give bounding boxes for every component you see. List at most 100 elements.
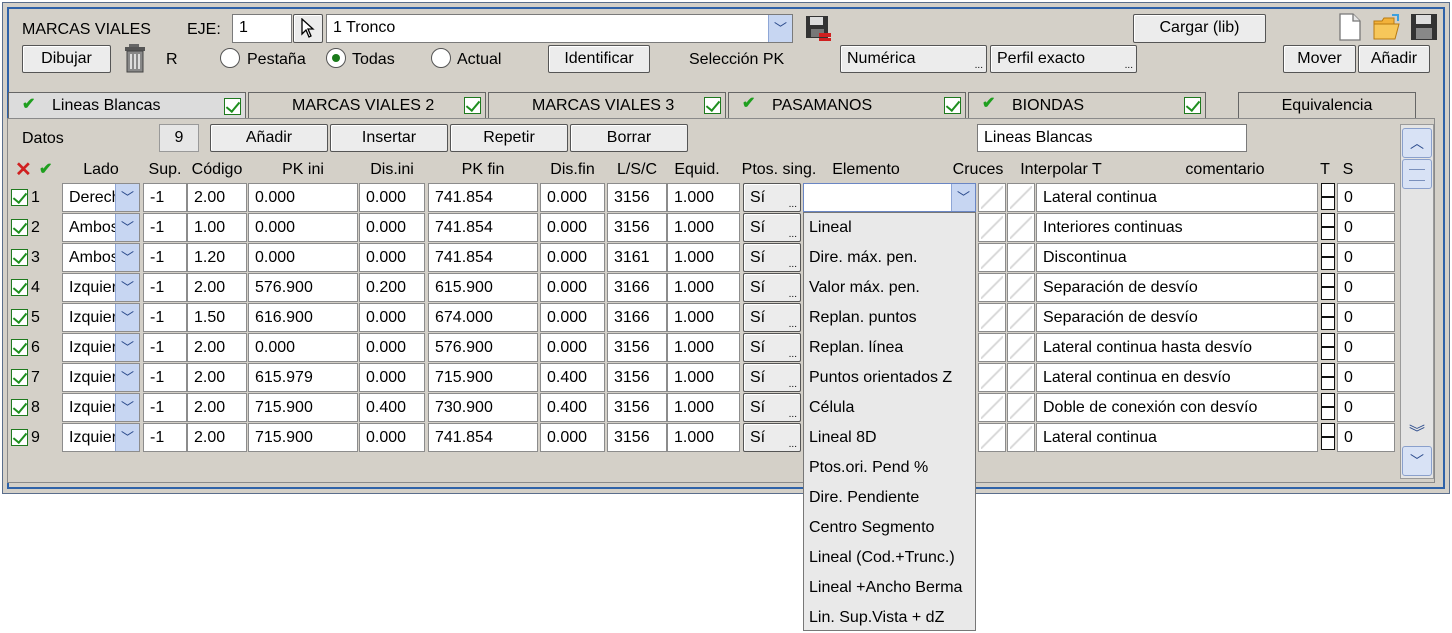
chevron-down-icon[interactable]: ﹀ [115,304,139,331]
t-toggle[interactable] [1321,423,1335,450]
ptos-sing-button[interactable]: Sí... [743,243,801,272]
cruces-cell[interactable] [978,183,1006,212]
tronco-select[interactable]: 1 Tronco ﹀ [326,14,793,43]
trash-icon[interactable] [120,42,150,74]
delete-all-icon[interactable]: ✕ [15,159,32,181]
select-all-icon[interactable]: ✔ [39,161,52,179]
identificar-button[interactable]: Identificar [548,45,650,73]
cell-disfin[interactable]: 0.000 [540,213,605,242]
scroll-down-icon[interactable]: ﹀ [1402,446,1432,476]
ptos-sing-button[interactable]: Sí... [743,423,801,452]
cell-disfin[interactable]: 0.000 [540,243,605,272]
lado-select[interactable]: Izquierda ﹀ [62,333,140,362]
dropdown-option[interactable]: Ptos.ori. Pend % [809,453,928,483]
lado-select[interactable]: Izquierda ﹀ [62,303,140,332]
chevron-down-icon[interactable]: ﹀ [115,184,139,211]
ptos-sing-button[interactable]: Sí... [743,393,801,422]
interpolar-cell[interactable] [1007,333,1035,362]
chevron-down-icon[interactable]: ﹀ [115,364,139,391]
cell-sup[interactable]: -1 [143,243,187,272]
t-toggle[interactable] [1321,393,1335,420]
cell-equid[interactable]: 1.000 [667,243,740,272]
cell-lsc[interactable]: 3166 [607,273,667,302]
dropdown-option[interactable]: Centro Segmento [809,513,934,543]
cell-lsc[interactable]: 3156 [607,363,667,392]
lado-select[interactable]: Izquierda ﹀ [62,393,140,422]
cell-comentario[interactable]: Lateral continua hasta desvío [1036,333,1318,362]
chevron-down-icon[interactable]: ﹀ [115,424,139,451]
dropdown-option[interactable]: Lin. Sup.Vista + dZ [809,603,944,633]
t-toggle[interactable] [1321,363,1335,390]
cell-equid[interactable]: 1.000 [667,393,740,422]
cell-codigo[interactable]: 2.00 [187,423,247,452]
cell-sup[interactable]: -1 [143,363,187,392]
cruces-cell[interactable] [978,393,1006,422]
row-checkbox[interactable] [11,249,28,266]
dropdown-option[interactable]: Replan. puntos [809,303,917,333]
cell-pkini[interactable]: 0.000 [248,243,358,272]
lado-select[interactable]: Ambos ﹀ [62,213,140,242]
cargar-lib-button[interactable]: Cargar (lib) [1133,14,1266,43]
cell-sup[interactable]: -1 [143,423,187,452]
interpolar-cell[interactable] [1007,183,1035,212]
t-toggle[interactable] [1321,243,1335,270]
cell-disini[interactable]: 0.000 [359,243,425,272]
cell-codigo[interactable]: 2.00 [187,393,247,422]
mover-button[interactable]: Mover [1283,45,1356,73]
cell-pkfin[interactable]: 741.854 [428,213,538,242]
cell-equid[interactable]: 1.000 [667,273,740,302]
cruces-cell[interactable] [978,243,1006,272]
cell-s[interactable]: 0 [1337,393,1395,422]
cell-lsc[interactable]: 3156 [607,393,667,422]
cell-disini[interactable]: 0.400 [359,393,425,422]
cell-s[interactable]: 0 [1337,183,1395,212]
cell-disfin[interactable]: 0.000 [540,423,605,452]
cell-sup[interactable]: -1 [143,183,187,212]
cell-disini[interactable]: 0.000 [359,363,425,392]
cruces-cell[interactable] [978,423,1006,452]
row-checkbox[interactable] [11,279,28,296]
cell-lsc[interactable]: 3166 [607,303,667,332]
interpolar-cell[interactable] [1007,363,1035,392]
save-icon[interactable] [1409,12,1439,42]
tab-name-input[interactable]: Lineas Blancas [977,124,1247,152]
interpolar-cell[interactable] [1007,273,1035,302]
cell-lsc[interactable]: 3156 [607,213,667,242]
scroll-page-down-icon[interactable]: ︾ [1402,422,1432,446]
cell-equid[interactable]: 1.000 [667,363,740,392]
open-folder-icon[interactable] [1372,12,1402,42]
row-checkbox[interactable] [11,189,28,206]
anadir-row-button[interactable]: Añadir [210,124,328,152]
cell-comentario[interactable]: Lateral continua en desvío [1036,363,1318,392]
tab-checkbox[interactable] [224,98,241,115]
lado-select[interactable]: Izquierda ﹀ [62,273,140,302]
interpolar-cell[interactable] [1007,303,1035,332]
chevron-down-icon[interactable]: ﹀ [768,15,792,42]
cell-disfin[interactable]: 0.000 [540,273,605,302]
scroll-thumb[interactable] [1402,159,1432,189]
cell-codigo[interactable]: 2.00 [187,333,247,362]
eje-input[interactable]: 1 [232,14,292,43]
ptos-sing-button[interactable]: Sí... [743,213,801,242]
tab-lineas-blancas[interactable]: ✔ Lineas Blancas [8,92,246,120]
ptos-sing-button[interactable]: Sí... [743,363,801,392]
cell-sup[interactable]: -1 [143,273,187,302]
cell-comentario[interactable]: Lateral continua [1036,183,1318,212]
cell-comentario[interactable]: Discontinua [1036,243,1318,272]
cell-comentario[interactable]: Interiores continuas [1036,213,1318,242]
dropdown-option[interactable]: Lineal 8D [809,423,877,453]
chevron-down-icon[interactable]: ﹀ [951,184,975,211]
cruces-cell[interactable] [978,363,1006,392]
cell-pkini[interactable]: 576.900 [248,273,358,302]
cruces-cell[interactable] [978,213,1006,242]
lado-select[interactable]: Izquierda ﹀ [62,423,140,452]
t-toggle[interactable] [1321,303,1335,330]
cell-pkini[interactable]: 715.900 [248,393,358,422]
radio-actual[interactable] [431,48,451,68]
tab-checkbox[interactable] [944,97,961,114]
cell-sup[interactable]: -1 [143,303,187,332]
cell-s[interactable]: 0 [1337,213,1395,242]
tab-biondas[interactable]: ✔ BIONDAS [968,92,1206,118]
chevron-down-icon[interactable]: ﹀ [115,334,139,361]
tab-marcas-viales-2[interactable]: MARCAS VIALES 2 [248,92,486,118]
